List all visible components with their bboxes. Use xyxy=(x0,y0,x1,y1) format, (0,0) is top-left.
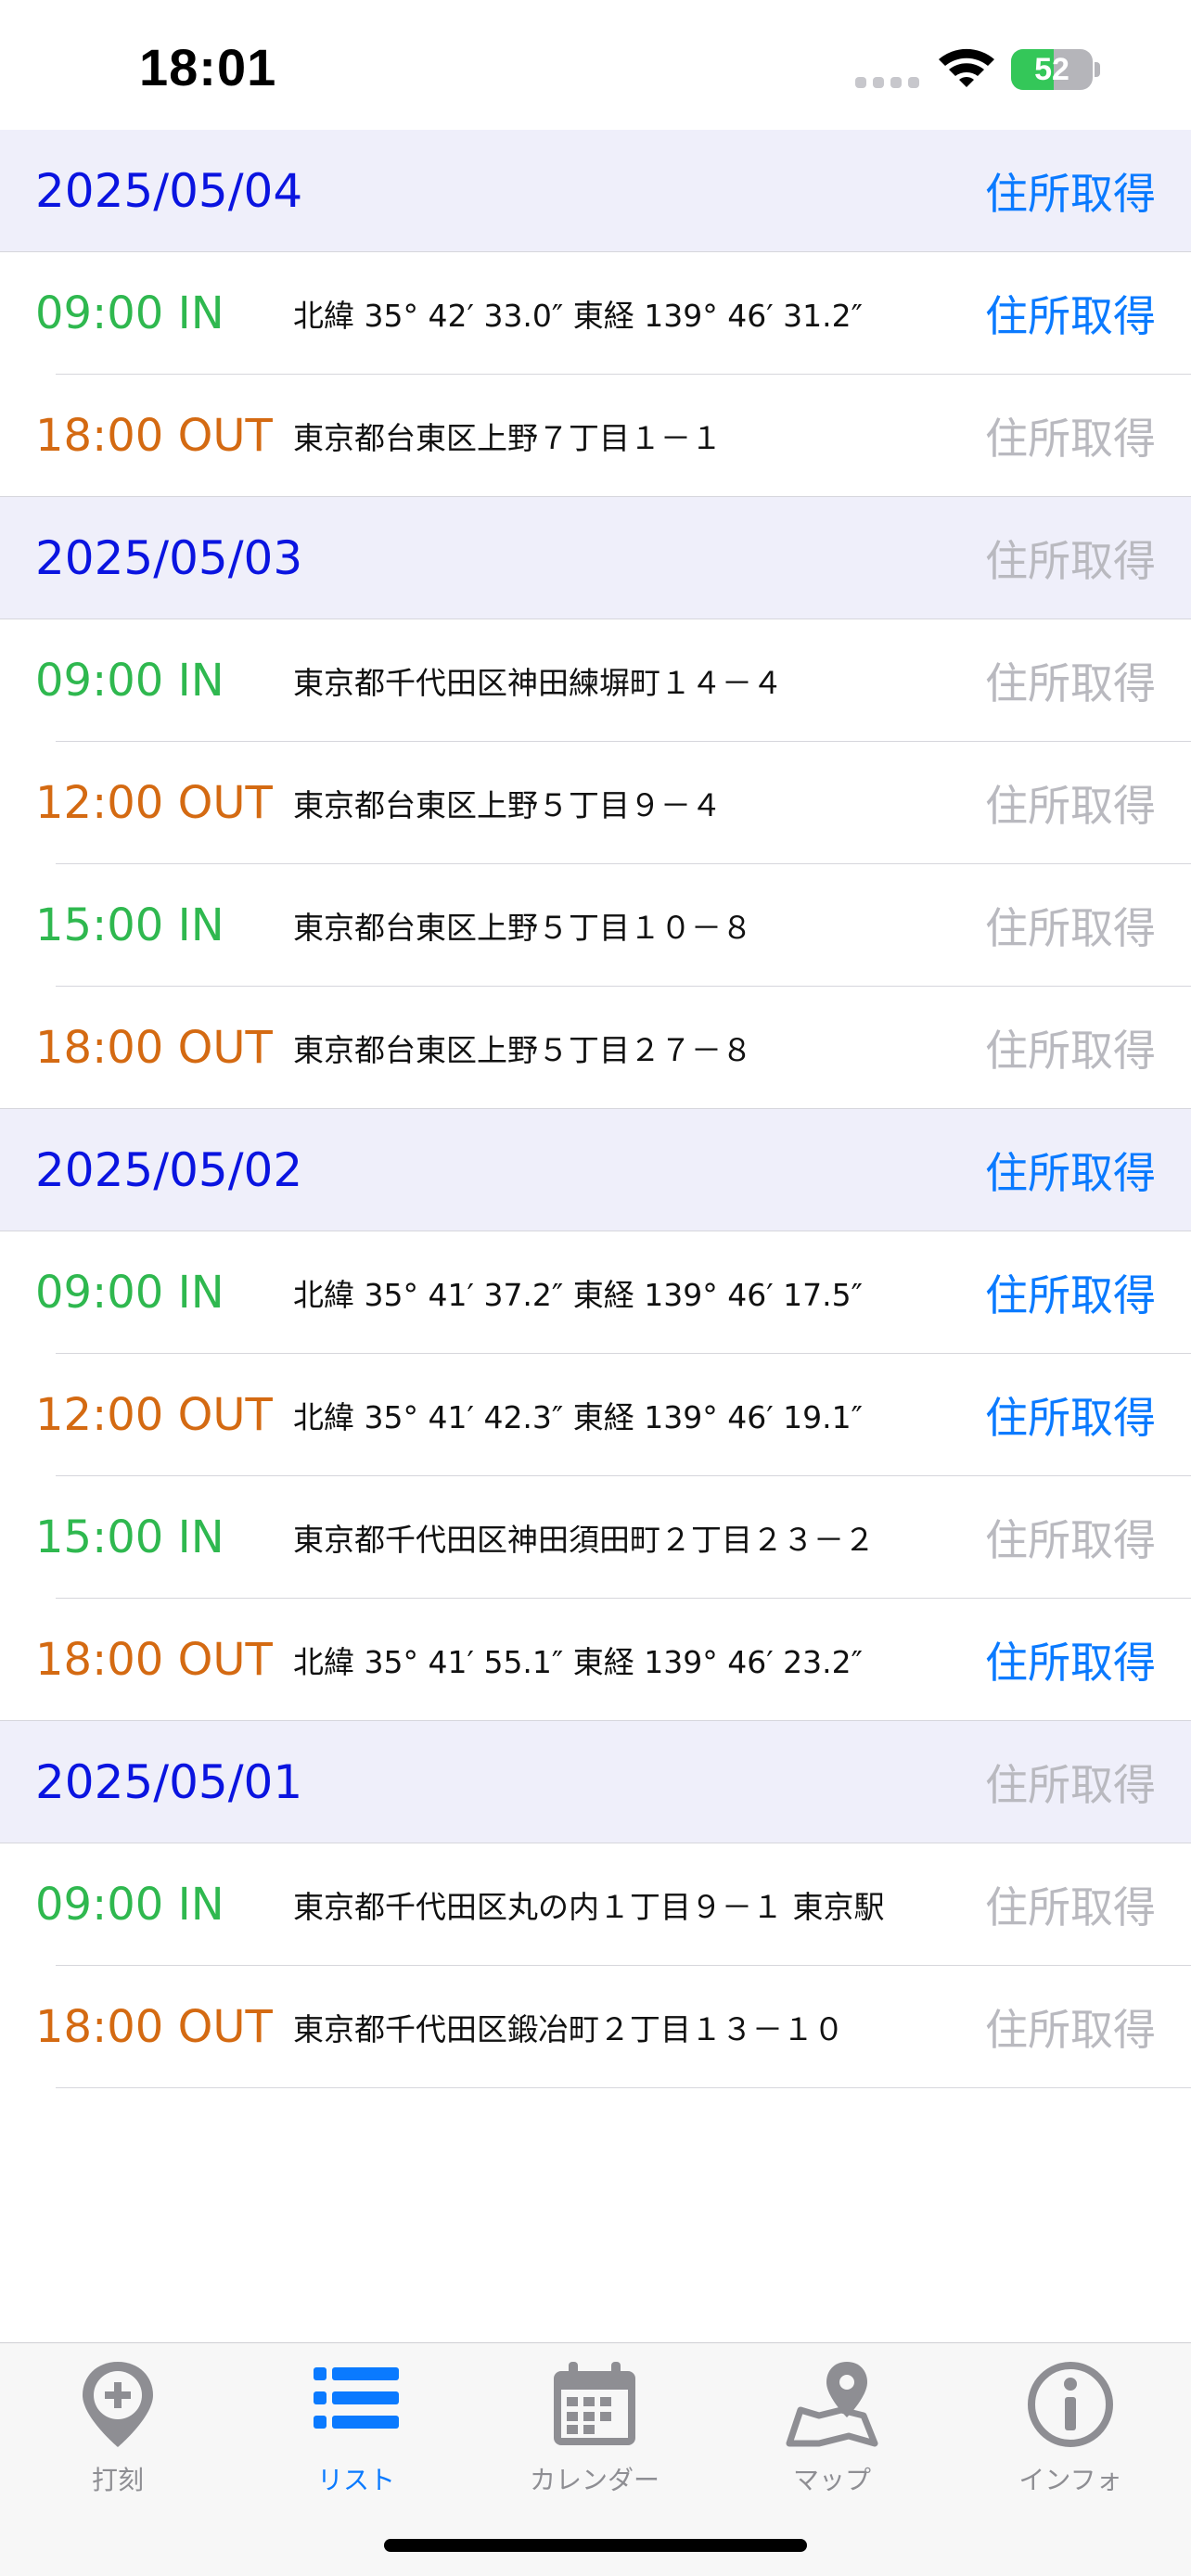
calendar-icon xyxy=(554,2362,635,2445)
tab-map-label: マップ xyxy=(792,2465,871,2495)
location-text: 東京都千代田区神田練塀町１４－４ xyxy=(293,665,783,701)
get-address-all-button[interactable]: 住所取得 xyxy=(985,1140,1156,1201)
info-icon xyxy=(1028,2362,1113,2447)
get-address-button[interactable]: 住所取得 xyxy=(985,1507,1156,1568)
date-section-header: 2025/05/01 住所取得 xyxy=(0,1721,1191,1843)
clock-out-time: 18:00 OUT xyxy=(35,1022,273,1074)
date-section-header: 2025/05/03 住所取得 xyxy=(0,497,1191,619)
map-icon xyxy=(786,2362,878,2447)
attendance-row[interactable]: 12:00 OUT 北緯 35° 41′ 42.3″ 東経 139° 46′ 19… xyxy=(0,1354,1191,1476)
get-address-all-button[interactable]: 住所取得 xyxy=(985,528,1156,589)
map-pin-plus-icon xyxy=(83,2362,153,2447)
app-screen: 18:01 52 2025/05/04 住所取得 09:00 IN 北緯 35° 42… xyxy=(0,0,1191,2576)
tab-info-label: インフォ xyxy=(1018,2465,1122,2495)
clock-out-time: 12:00 OUT xyxy=(35,777,273,829)
get-address-button[interactable]: 住所取得 xyxy=(985,650,1156,711)
clock-out-time: 12:00 OUT xyxy=(35,1389,273,1441)
location-text: 北緯 35° 41′ 42.3″ 東経 139° 46′ 19.1″ xyxy=(293,1399,863,1435)
attendance-row[interactable]: 18:00 OUT 東京都千代田区鍛冶町２丁目１３－１０ 住所取得 xyxy=(0,1966,1191,2088)
clock-in-time: 09:00 IN xyxy=(35,655,224,707)
clock-in-time: 15:00 IN xyxy=(35,899,224,951)
home-indicator xyxy=(384,2539,807,2552)
location-text: 北緯 35° 41′ 37.2″ 東経 139° 46′ 17.5″ xyxy=(293,1277,863,1313)
tab-list[interactable]: リスト xyxy=(263,2354,449,2495)
tab-map[interactable]: マップ xyxy=(739,2354,925,2495)
get-address-button[interactable]: 住所取得 xyxy=(985,1262,1156,1323)
tab-punch[interactable]: 打刻 xyxy=(25,2354,211,2495)
attendance-row[interactable]: 09:00 IN 東京都千代田区丸の内１丁目９－１ 東京駅 住所取得 xyxy=(0,1843,1191,1966)
tab-punch-label: 打刻 xyxy=(91,2465,144,2495)
clock-in-time: 15:00 IN xyxy=(35,1511,224,1563)
clock-in-time: 09:00 IN xyxy=(35,287,224,339)
section-date: 2025/05/04 xyxy=(35,164,303,218)
get-address-button[interactable]: 住所取得 xyxy=(985,1996,1156,2058)
section-date: 2025/05/01 xyxy=(35,1755,303,1809)
attendance-row[interactable]: 09:00 IN 東京都千代田区神田練塀町１４－４ 住所取得 xyxy=(0,619,1191,742)
location-text: 東京都千代田区神田須田町２丁目２３－２ xyxy=(293,1522,875,1558)
location-text: 東京都千代田区丸の内１丁目９－１ 東京駅 xyxy=(293,1889,885,1925)
get-address-button[interactable]: 住所取得 xyxy=(985,1874,1156,1935)
clock-in-time: 09:00 IN xyxy=(35,1267,224,1319)
location-text: 東京都台東区上野５丁目１０－８ xyxy=(293,910,752,946)
clock-out-time: 18:00 OUT xyxy=(35,1634,273,1686)
attendance-row[interactable]: 18:00 OUT 北緯 35° 41′ 55.1″ 東経 139° 46′ 23… xyxy=(0,1599,1191,1721)
attendance-row[interactable]: 18:00 OUT 東京都台東区上野５丁目２７－８ 住所取得 xyxy=(0,987,1191,1109)
get-address-all-button[interactable]: 住所取得 xyxy=(985,160,1156,222)
attendance-list[interactable]: 2025/05/04 住所取得 09:00 IN 北緯 35° 42′ 33.0″ 東… xyxy=(0,130,1191,2088)
get-address-button[interactable]: 住所取得 xyxy=(985,1384,1156,1446)
get-address-button[interactable]: 住所取得 xyxy=(985,283,1156,344)
list-icon xyxy=(314,2367,399,2429)
status-time: 18:01 xyxy=(139,38,277,96)
date-section-header: 2025/05/02 住所取得 xyxy=(0,1109,1191,1231)
get-address-all-button[interactable]: 住所取得 xyxy=(985,1752,1156,1813)
status-bar: 18:01 52 xyxy=(0,0,1191,130)
attendance-row[interactable]: 12:00 OUT 東京都台東区上野５丁目９－４ 住所取得 xyxy=(0,742,1191,864)
location-text: 北緯 35° 42′ 33.0″ 東経 139° 46′ 31.2″ xyxy=(293,298,863,334)
attendance-row[interactable]: 18:00 OUT 東京都台東区上野７丁目１－１ 住所取得 xyxy=(0,375,1191,497)
section-date: 2025/05/02 xyxy=(35,1143,303,1197)
clock-out-time: 18:00 OUT xyxy=(35,410,273,462)
attendance-row[interactable]: 15:00 IN 東京都千代田区神田須田町２丁目２３－２ 住所取得 xyxy=(0,1476,1191,1599)
battery-icon: 52 xyxy=(1011,49,1100,90)
get-address-button[interactable]: 住所取得 xyxy=(985,895,1156,956)
attendance-row[interactable]: 15:00 IN 東京都台東区上野５丁目１０－８ 住所取得 xyxy=(0,864,1191,987)
wifi-icon xyxy=(939,48,994,87)
section-date: 2025/05/03 xyxy=(35,531,303,585)
tab-calendar[interactable]: カレンダー xyxy=(502,2354,687,2495)
location-text: 東京都千代田区鍛冶町２丁目１３－１０ xyxy=(293,2011,844,2047)
location-text: 東京都台東区上野７丁目１－１ xyxy=(293,420,722,456)
location-text: 東京都台東区上野５丁目２７－８ xyxy=(293,1032,752,1068)
cellular-signal-icon xyxy=(855,77,920,88)
tab-calendar-label: カレンダー xyxy=(529,2465,660,2495)
clock-out-time: 18:00 OUT xyxy=(35,2001,273,2053)
tab-list-label: リスト xyxy=(316,2465,395,2495)
location-text: 東京都台東区上野５丁目９－４ xyxy=(293,787,722,823)
tab-info[interactable]: インフォ xyxy=(978,2354,1163,2495)
get-address-button[interactable]: 住所取得 xyxy=(985,405,1156,466)
get-address-button[interactable]: 住所取得 xyxy=(985,772,1156,834)
attendance-row[interactable]: 09:00 IN 北緯 35° 42′ 33.0″ 東経 139° 46′ 31.… xyxy=(0,252,1191,375)
location-text: 北緯 35° 41′ 55.1″ 東経 139° 46′ 23.2″ xyxy=(293,1644,863,1680)
get-address-button[interactable]: 住所取得 xyxy=(985,1629,1156,1690)
get-address-button[interactable]: 住所取得 xyxy=(985,1017,1156,1078)
clock-in-time: 09:00 IN xyxy=(35,1879,224,1931)
date-section-header: 2025/05/04 住所取得 xyxy=(0,130,1191,252)
attendance-row[interactable]: 09:00 IN 北緯 35° 41′ 37.2″ 東経 139° 46′ 17.… xyxy=(0,1231,1191,1354)
battery-level: 52 xyxy=(1034,52,1069,87)
